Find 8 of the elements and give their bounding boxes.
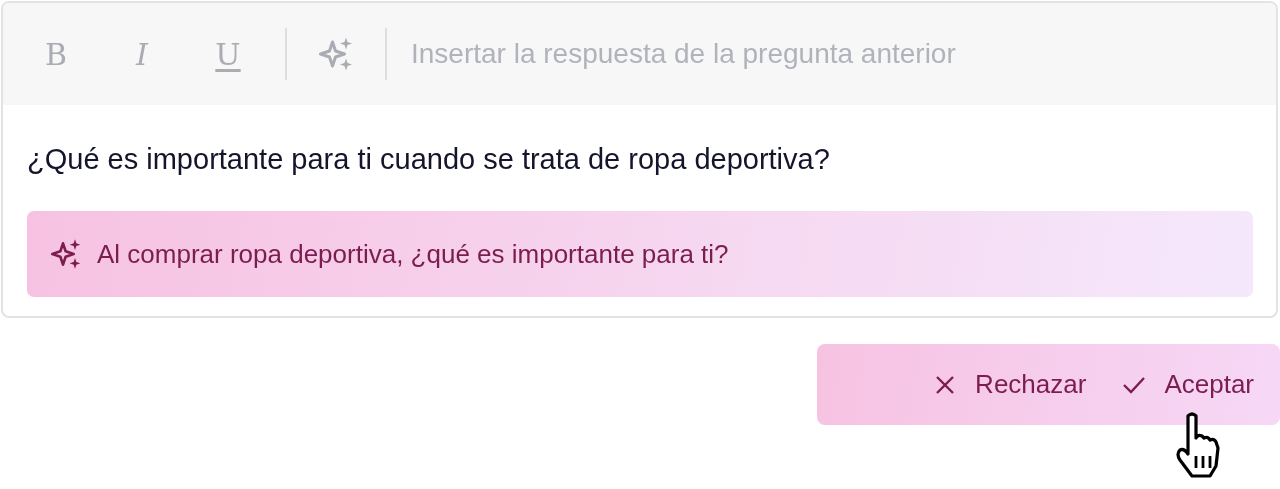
accept-button[interactable]: Aceptar: [1122, 369, 1254, 400]
question-text: ¿Qué es importante para ti cuando se trata de ropa deportiva?: [26, 142, 831, 173]
suggestion-text: Al comprar ropa deportiva, ¿qué es importante para ti?: [97, 238, 729, 270]
suggestion-banner[interactable]: Al comprar ropa deportiva, ¿qué es importante para ti?: [27, 211, 1253, 297]
sparkle-icon[interactable]: [319, 36, 355, 72]
answer-input-field[interactable]: Insertar la respuesta de la pregunta anterior: [411, 38, 1171, 70]
sparkle-icon: [51, 238, 83, 270]
reject-button[interactable]: Rechazar: [933, 369, 1087, 400]
